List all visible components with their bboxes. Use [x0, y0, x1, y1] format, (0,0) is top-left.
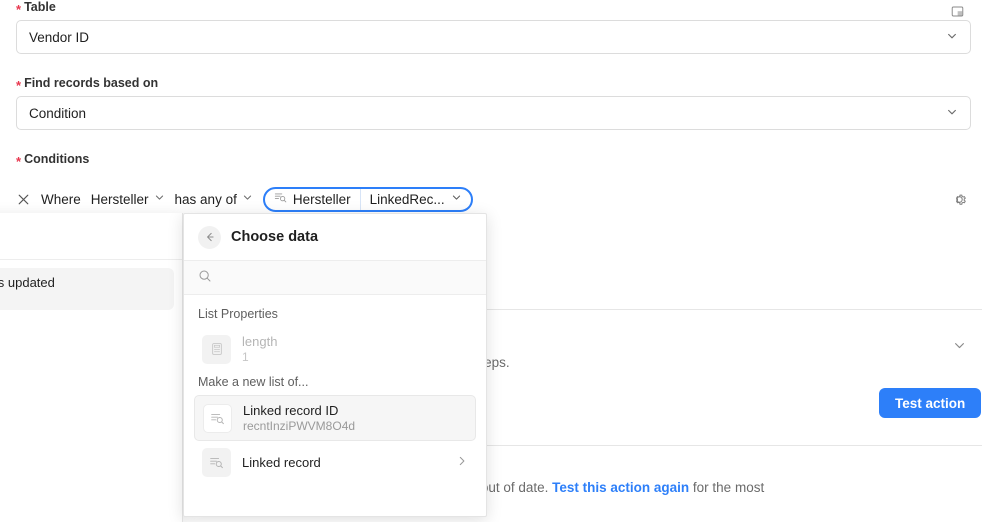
- test-this-action-again-link[interactable]: Test this action again: [552, 480, 689, 495]
- choose-data-search-row: [184, 261, 486, 295]
- field-table: * Table Vendor ID: [16, 0, 971, 54]
- test-action-button[interactable]: Test action: [879, 388, 982, 418]
- field-table-label-text: Table: [24, 0, 56, 14]
- list-item: length 1: [194, 327, 476, 371]
- choose-data-source-title: e data from...: [0, 213, 182, 260]
- field-find-records: * Find records based on Condition: [16, 76, 971, 130]
- table-select-value: Vendor ID: [29, 29, 90, 45]
- token-value[interactable]: LinkedRec...: [361, 189, 471, 210]
- chevron-down-icon: [242, 192, 253, 206]
- list-item-text: length 1: [242, 334, 468, 364]
- chevron-right-icon: [456, 455, 468, 470]
- required-marker: *: [16, 77, 22, 93]
- list-item-text: Linked record ID recntInziPWVM8O4d: [243, 403, 467, 433]
- action-config-form: * Table Vendor ID * Find records based o…: [0, 0, 982, 242]
- required-marker: *: [16, 1, 22, 17]
- list-item-text: When a record is updated Aktion: [0, 275, 55, 303]
- list-item[interactable]: When a record is updated Aktion: [0, 268, 174, 310]
- list-item-subtitle: recntInziPWVM8O4d: [243, 419, 356, 433]
- condition-value-token[interactable]: Hersteller LinkedRec...: [262, 186, 473, 212]
- condition-operator-dropdown[interactable]: has any of: [175, 192, 253, 207]
- choose-data-source-list: When a record is updated Aktion: [0, 260, 182, 310]
- close-icon[interactable]: [16, 192, 31, 207]
- linked-record-icon: [203, 403, 232, 433]
- field-conditions-label: * Conditions: [16, 152, 90, 169]
- list-item[interactable]: Linked record: [194, 441, 476, 484]
- list-item[interactable]: Linked record ID recntInziPWVM8O4d: [194, 395, 476, 441]
- chevron-down-icon: [451, 192, 462, 206]
- list-item-subtitle: 1: [242, 350, 249, 364]
- gear-icon[interactable]: [949, 189, 969, 209]
- choose-data-options[interactable]: List Properties length 1 Make a new list…: [184, 295, 486, 516]
- group-label: Make a new list of...: [198, 375, 309, 389]
- find-records-select[interactable]: Condition: [16, 96, 971, 130]
- section-collapse-toggle[interactable]: [948, 334, 970, 356]
- token-source-label: Hersteller: [292, 191, 351, 207]
- field-find-records-label-text: Find records based on: [24, 76, 159, 90]
- condition-field-value: Hersteller: [90, 191, 149, 207]
- choose-data-popup: Choose data List Properties length 1 Mak…: [183, 213, 487, 517]
- condition-where-label: Where: [41, 191, 81, 207]
- field-table-label: * Table: [16, 0, 971, 17]
- search-input[interactable]: [220, 270, 472, 285]
- choose-data-header: Choose data: [184, 214, 486, 261]
- back-arrow-icon[interactable]: [198, 225, 221, 249]
- app-root: * Table Vendor ID * Find records based o…: [0, 0, 982, 522]
- token-value-label: LinkedRec...: [369, 191, 445, 207]
- linked-record-icon: [202, 448, 231, 477]
- chevron-down-icon: [154, 192, 165, 206]
- condition-field-dropdown[interactable]: Hersteller: [91, 192, 165, 207]
- linked-record-icon: [274, 191, 287, 207]
- required-marker: *: [16, 153, 22, 169]
- choose-data-title: Choose data: [231, 229, 319, 245]
- condition-operator-value: has any of: [174, 191, 237, 207]
- group-label: List Properties: [198, 307, 278, 321]
- list-item-title: When a record is updated: [0, 275, 55, 290]
- list-item-text: Linked record: [242, 455, 445, 470]
- condition-row: Where Hersteller has any of Hersteller L…: [16, 186, 473, 212]
- list-item-title: Linked record: [242, 455, 321, 470]
- choose-data-source-panel: e data from... When a record is updated …: [0, 213, 183, 522]
- field-conditions-label-text: Conditions: [24, 152, 90, 166]
- chevron-down-icon: [946, 30, 958, 45]
- list-item-title: length: [242, 334, 278, 349]
- chevron-down-icon: [946, 106, 958, 121]
- table-select[interactable]: Vendor ID: [16, 20, 971, 54]
- list-item-subtitle: Aktion: [0, 291, 55, 303]
- token-source: Hersteller: [265, 189, 360, 210]
- field-find-records-label: * Find records based on: [16, 76, 971, 93]
- test-results-help-after: for the most: [689, 480, 765, 495]
- list-item-title: Linked record ID: [243, 403, 339, 418]
- search-icon: [198, 269, 212, 286]
- list-properties-icon: [202, 334, 231, 364]
- find-records-select-value: Condition: [29, 105, 87, 121]
